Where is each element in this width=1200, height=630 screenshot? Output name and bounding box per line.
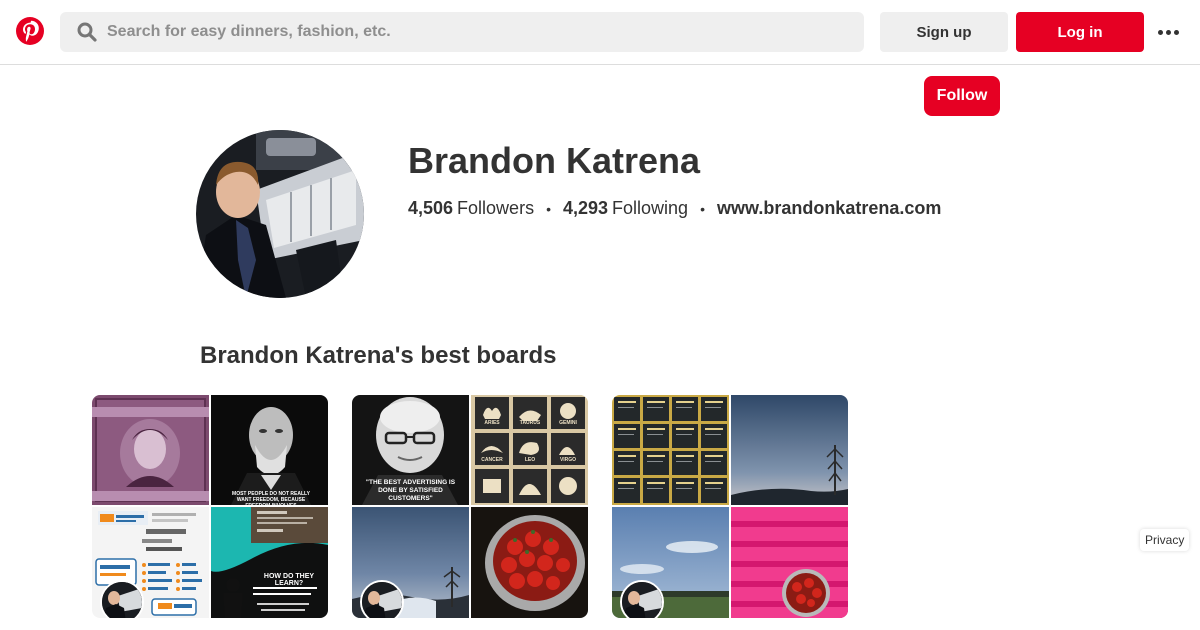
boards-section-title: Brandon Katrena's best boards [200, 342, 557, 369]
strawberries-bowl-image [471, 507, 588, 618]
following-label[interactable]: Following [612, 198, 688, 219]
board-card[interactable]: "THE BEST ADVERTISING IS DONE BY SATISFI… [352, 395, 588, 618]
board-owner-avatar [100, 580, 144, 618]
profile-stats: 4,506 Followers • 4,293 Following • www.… [408, 198, 941, 219]
search-bar[interactable] [60, 12, 864, 52]
search-icon [76, 21, 98, 43]
zodiac-label: ARIES [484, 420, 500, 426]
zodiac-label: TAURUS [519, 420, 541, 426]
board-card[interactable] [612, 395, 848, 618]
advertising-quote-image: "THE BEST ADVERTISING IS DONE BY SATISFI… [352, 395, 469, 505]
zodiac-label: CANCER [481, 457, 503, 463]
zodiac-label: VIRGO [559, 457, 577, 463]
followers-label[interactable]: Followers [457, 198, 534, 219]
profile-name: Brandon Katrena [408, 140, 701, 181]
search-input[interactable] [107, 23, 807, 41]
learning-caption: HOW DO THEY LEARN? [263, 573, 315, 587]
evening-sky-image [731, 395, 848, 505]
board-owner-avatar [360, 580, 404, 618]
board-owner-avatar [620, 580, 664, 618]
learning-infographic-image: HOW DO THEY LEARN? [211, 507, 328, 618]
sign-up-button[interactable]: Sign up [880, 12, 1008, 52]
log-in-button[interactable]: Log in [1016, 12, 1144, 52]
teaching-grid-image [612, 395, 729, 505]
following-count: 4,293 [562, 198, 609, 218]
privacy-link[interactable]: Privacy [1140, 529, 1190, 551]
zodiac-label: LEO [524, 457, 536, 463]
follow-button[interactable]: Follow [924, 76, 1000, 116]
zodiac-signs-image: ARIES TAURUS GEMINI CANCER LEO VIRGO [471, 395, 588, 505]
stamp-image [92, 395, 209, 505]
website-link[interactable]: www.brandonkatrena.com [717, 198, 941, 219]
more-dots-icon[interactable] [1152, 20, 1184, 44]
freud-portrait-image: MOST PEOPLE DO NOT REALLY WANT FREEDOM, … [211, 395, 328, 505]
advertising-caption: "THE BEST ADVERTISING IS DONE BY SATISFI… [365, 479, 456, 502]
zodiac-label: GEMINI [559, 420, 577, 426]
board-card[interactable]: MOST PEOPLE DO NOT REALLY WANT FREEDOM, … [92, 395, 328, 618]
separator-dot: • [700, 200, 705, 217]
pinterest-logo-icon[interactable] [16, 17, 44, 45]
followers-count: 4,506 [408, 198, 454, 218]
freud-quote-caption: MOST PEOPLE DO NOT REALLY WANT FREEDOM, … [232, 491, 310, 505]
pink-chair-image [731, 507, 848, 618]
top-header: Sign up Log in [0, 0, 1200, 65]
profile-avatar[interactable] [196, 130, 364, 298]
separator-dot: • [546, 200, 551, 217]
